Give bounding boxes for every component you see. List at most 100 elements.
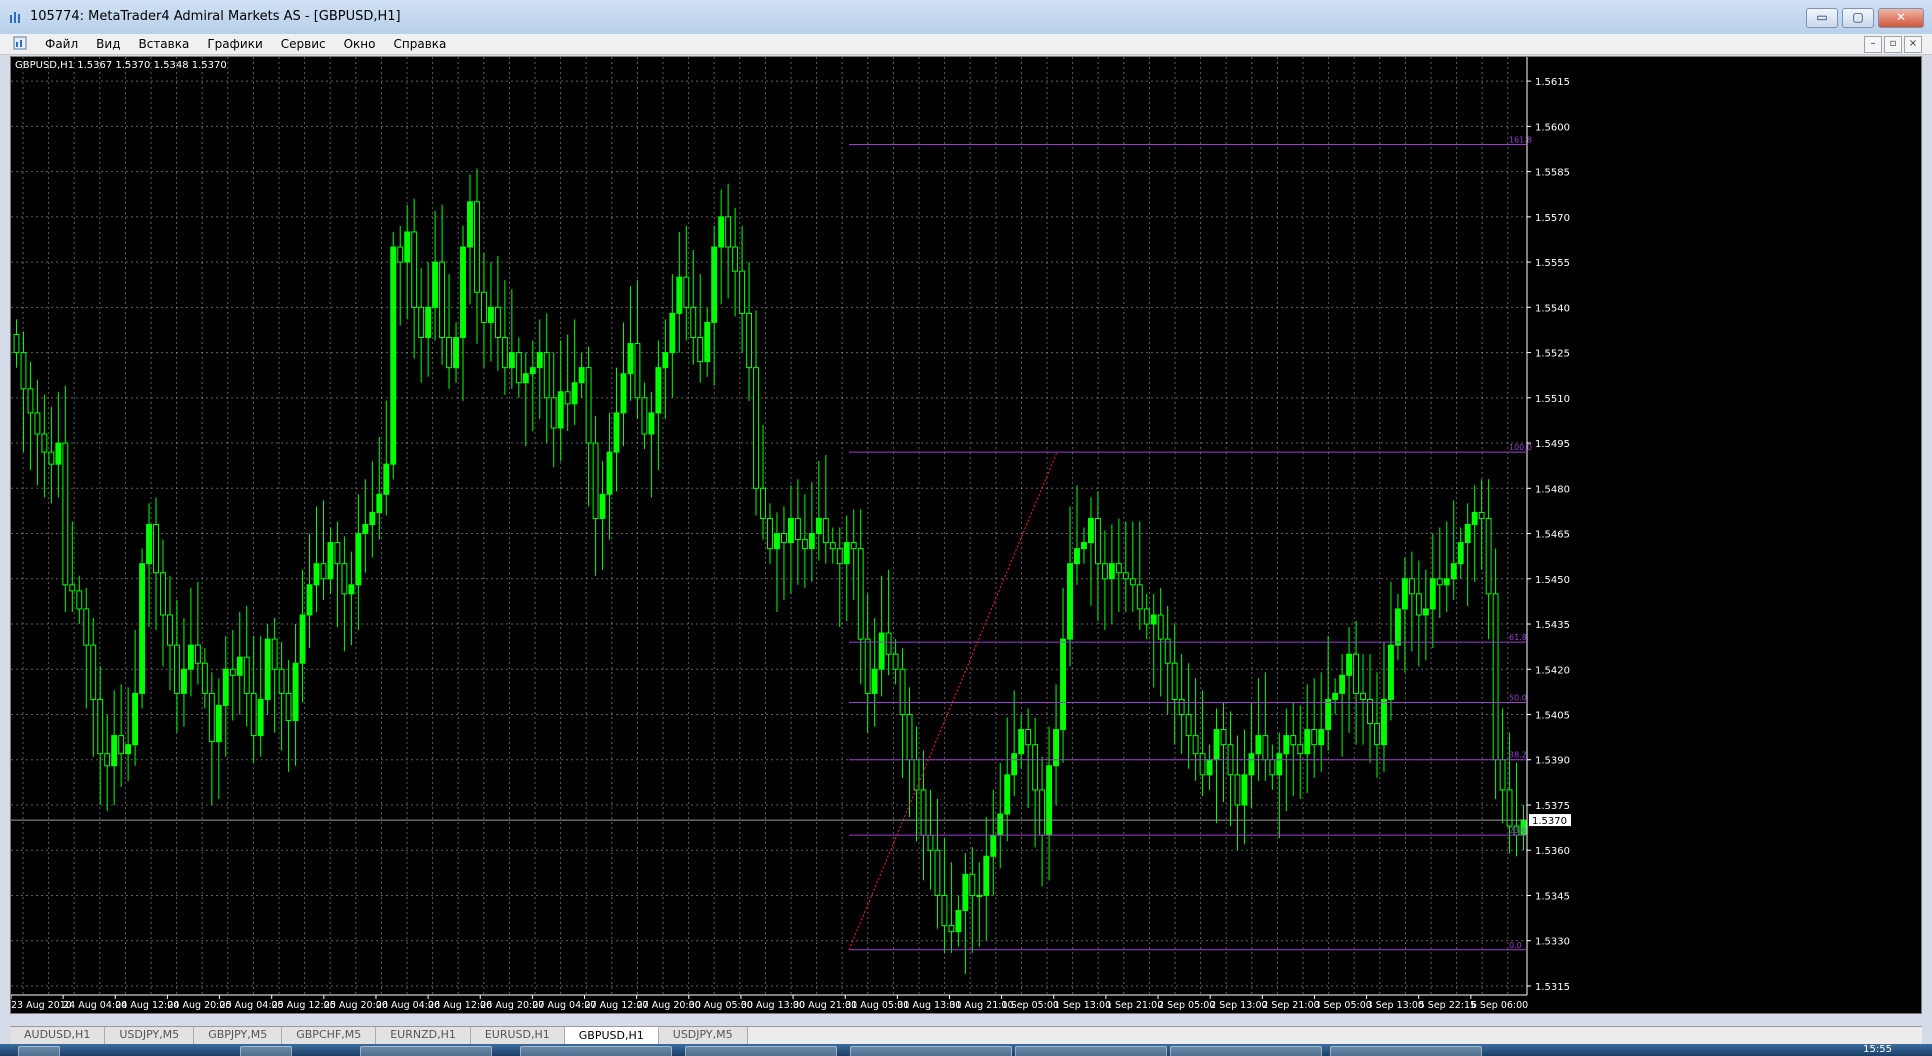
candle-body: [1011, 753, 1018, 776]
taskbar-item[interactable]: [520, 1046, 672, 1056]
candle-body: [278, 668, 285, 694]
candle-body: [1081, 542, 1087, 550]
tab-usdjpy-m5-2[interactable]: USDJPY,M5: [658, 1027, 748, 1045]
candle-body: [787, 517, 794, 544]
chart-tabs: AUDUSD,H1 USDJPY,M5 GBPJPY,M5 GBPCHF,M5 …: [10, 1026, 1922, 1045]
price-axis-label: 1.5420: [1535, 665, 1570, 676]
candle-body: [1422, 608, 1429, 616]
candle-body: [1478, 511, 1485, 519]
candle-body: [767, 517, 773, 550]
candle-body: [27, 388, 34, 414]
candle-body: [627, 343, 634, 375]
menu-tools[interactable]: Сервис: [272, 36, 335, 52]
taskbar-item[interactable]: [685, 1046, 837, 1056]
metatrader-icon: [10, 12, 20, 23]
time-axis-label: 1 Sep 13:00: [1054, 1000, 1111, 1011]
candle-body: [236, 656, 243, 676]
candle-body: [1136, 584, 1143, 610]
price-axis-label: 1.5465: [1535, 530, 1570, 541]
candle-body: [1401, 578, 1408, 610]
candle-body: [55, 442, 62, 465]
mdi-minimize-button[interactable]: –: [1864, 36, 1882, 53]
candle-body: [906, 714, 913, 761]
menu-window[interactable]: Окно: [335, 36, 385, 52]
taskbar-item[interactable]: [850, 1046, 1012, 1056]
tab-usdjpy-m5[interactable]: USDJPY,M5: [105, 1027, 195, 1045]
candle-body: [669, 312, 676, 354]
candle-body: [474, 201, 480, 293]
candle-body: [187, 644, 194, 670]
menu-bar: Файл Вид Вставка Графики Сервис Окно Спр…: [0, 34, 1932, 55]
price-axis-label: 1.5525: [1535, 349, 1570, 360]
candle-body: [1311, 729, 1318, 746]
candle-body: [1332, 692, 1339, 700]
minimize-button[interactable]: ▭: [1806, 8, 1838, 28]
fibonacci-level-label: 38.2: [1509, 751, 1527, 760]
candle-body: [201, 662, 208, 694]
candle-body: [774, 533, 780, 550]
candle-body: [285, 692, 292, 722]
candle-body: [1178, 698, 1185, 716]
candle-body: [969, 873, 976, 896]
tab-audusd-h1[interactable]: AUDUSD,H1: [10, 1027, 106, 1045]
price-axis-label: 1.5375: [1535, 801, 1570, 812]
candle-body: [1185, 714, 1192, 737]
candle-body: [592, 442, 599, 519]
candle-body: [250, 692, 257, 737]
fibonacci-level-label: 23.6: [1509, 826, 1527, 835]
tab-eurusd-h1[interactable]: EURUSD,H1: [470, 1027, 565, 1045]
candle-body: [1206, 759, 1213, 776]
current-price-label: 1.5370: [1532, 816, 1567, 827]
candle-body: [1039, 789, 1046, 836]
time-axis-label: 3 Sep 13:00: [1367, 1000, 1424, 1011]
menu-view[interactable]: Вид: [87, 36, 129, 52]
taskbar-item[interactable]: [1330, 1046, 1482, 1056]
chart-window[interactable]: 1.5615 1.5600 1.5585 1.5570 1.5555 1.5540 1.55…: [10, 56, 1922, 1014]
candle-body: [718, 216, 725, 248]
menu-file[interactable]: Файл: [36, 36, 87, 52]
menu-help[interactable]: Справка: [385, 36, 456, 52]
candle-body: [753, 367, 759, 489]
menu-charts[interactable]: Графики: [198, 36, 271, 52]
candle-body: [508, 352, 515, 369]
candle-body: [871, 668, 878, 694]
candle-body: [194, 644, 201, 664]
time-axis-label: 1 Sep 05:00: [1002, 1000, 1059, 1011]
tab-gbpusd-h1[interactable]: GBPUSD,H1: [564, 1027, 659, 1045]
tab-gbpjpy-m5[interactable]: GBPJPY,M5: [194, 1027, 283, 1045]
candle-body: [1394, 608, 1401, 646]
mdi-close-button[interactable]: ×: [1904, 36, 1922, 53]
candle-body: [536, 352, 543, 369]
fibonacci-trend-line: [848, 451, 1058, 950]
candle-body: [732, 246, 739, 272]
price-axis-label: 1.5435: [1535, 620, 1570, 631]
candle-body: [515, 352, 522, 384]
taskbar-item[interactable]: [360, 1046, 492, 1056]
start-button[interactable]: [18, 1046, 60, 1056]
taskbar-item[interactable]: [1170, 1046, 1322, 1056]
candle-body: [487, 306, 494, 323]
fibonacci-level-label: 61.8: [1509, 633, 1527, 642]
taskbar-item[interactable]: [240, 1046, 292, 1056]
candle-body: [599, 493, 606, 519]
candle-body: [160, 572, 166, 616]
maximize-button[interactable]: ▢: [1842, 8, 1874, 28]
tab-gbpchf-m5[interactable]: GBPCHF,M5: [282, 1027, 377, 1045]
candle-body: [690, 306, 697, 338]
taskbar-item[interactable]: [1015, 1046, 1167, 1056]
candlestick-chart[interactable]: 1.5615 1.5600 1.5585 1.5570 1.5555 1.5540 1.55…: [11, 57, 1921, 1013]
candle-body: [927, 834, 934, 851]
candle-body: [376, 493, 383, 513]
menu-insert[interactable]: Вставка: [129, 36, 198, 52]
candle-body: [320, 563, 327, 580]
candle-body: [1164, 638, 1171, 664]
close-button[interactable]: ✕: [1878, 8, 1924, 28]
chart-window-icon[interactable]: [13, 36, 27, 50]
candle-body: [139, 563, 146, 694]
mdi-restore-button[interactable]: ▫: [1884, 36, 1902, 53]
candle-body: [1436, 578, 1443, 586]
price-axis-label: 1.5600: [1535, 122, 1570, 133]
tab-eurnzd-h1[interactable]: EURNZD,H1: [376, 1027, 471, 1045]
time-axis-label: 3 Sep 05:00: [1314, 1000, 1371, 1011]
candle-body: [641, 397, 648, 435]
